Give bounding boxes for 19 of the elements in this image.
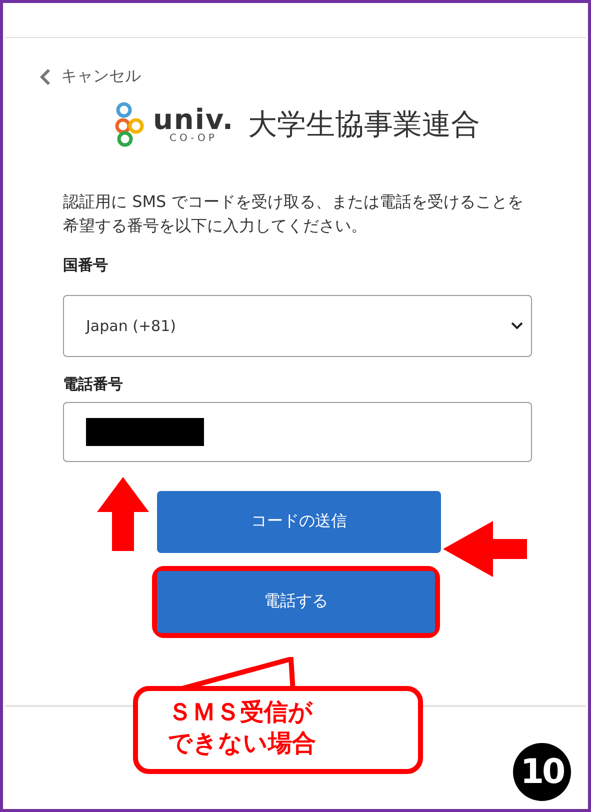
brand-name: univ. (152, 106, 234, 134)
phone-input[interactable] (63, 402, 532, 462)
up-arrow-icon (97, 477, 149, 551)
cancel-link[interactable]: キャンセル (39, 66, 141, 87)
field-label: 電話番号 (63, 374, 124, 394)
country-select[interactable]: Japan (+81) (63, 294, 532, 356)
primary-button[interactable]: 電話する (157, 570, 435, 632)
rings-logo-icon (114, 102, 145, 148)
brand-subtitle: CO-OP (170, 134, 218, 144)
field-label: 国番号 (63, 256, 109, 274)
step-badge: 10 (513, 743, 571, 801)
left-arrow-icon (443, 521, 527, 577)
organization-name: 大学生協事業連合 (248, 106, 480, 142)
primary-button[interactable]: コードの送信 (157, 490, 441, 552)
dropdown-chevron-icon (511, 322, 523, 330)
callout-text: できない場合 (168, 728, 316, 759)
back-chevron-icon (39, 68, 51, 86)
callout-text: ＳＭＳ受信が (168, 697, 313, 728)
instructions-text: 認証用に SMS でコードを受け取る、または電話を受けることを希望する番号を以下に入力してください。 (63, 190, 524, 236)
